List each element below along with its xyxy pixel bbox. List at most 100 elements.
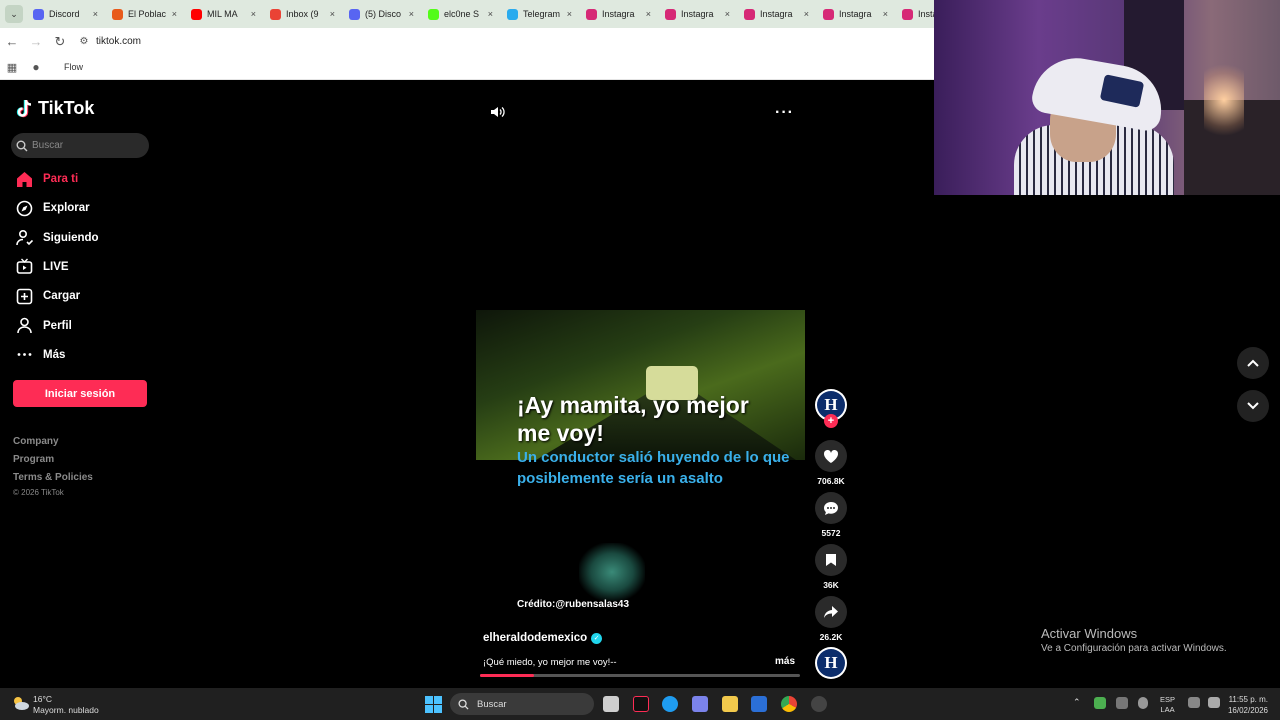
apps-grid-icon[interactable]: ▦	[0, 61, 24, 74]
save-button[interactable]	[815, 544, 847, 576]
tab-close-icon[interactable]: ×	[172, 9, 177, 19]
tab-close-icon[interactable]: ×	[409, 9, 414, 19]
reload-button[interactable]: ↻	[48, 34, 72, 50]
more-caption-link[interactable]: más	[775, 656, 795, 667]
tab-label: Discord	[49, 9, 80, 19]
browser-tab[interactable]: elc0ne S ×	[422, 0, 501, 28]
taskbar-search[interactable]: Buscar	[450, 693, 594, 715]
store-icon[interactable]	[751, 696, 767, 712]
tab-close-icon[interactable]: ×	[725, 9, 730, 19]
overlay-subtitle: Un conductor salió huyendo de lo que pos…	[517, 449, 790, 487]
task-view-icon[interactable]	[603, 696, 619, 712]
more-options-icon[interactable]: ···	[775, 104, 794, 122]
home-icon	[15, 170, 34, 188]
chrome-icon[interactable]	[781, 696, 797, 712]
share-button[interactable]	[815, 596, 847, 628]
tab-favicon-icon	[349, 8, 360, 20]
search-input[interactable]: Buscar	[11, 133, 149, 158]
follow-plus-icon[interactable]: +	[824, 414, 838, 428]
footer-terms[interactable]: Terms & Policies	[13, 472, 93, 483]
browser-tab[interactable]: Telegram ×	[501, 0, 580, 28]
nav-item-más[interactable]: Más	[15, 346, 65, 364]
nav-item-cargar[interactable]: Cargar	[15, 287, 80, 305]
tab-favicon-icon	[191, 8, 202, 20]
browser-tab[interactable]: (5) Disco ×	[343, 0, 422, 28]
nav-label: Perfil	[43, 319, 72, 332]
tab-strip: Discord × El Poblac × MIL MA × Inbox (9 × (5) Di…	[27, 0, 934, 28]
browser-tab[interactable]: Instagra ×	[817, 0, 896, 28]
nav-item-para-ti[interactable]: Para ti	[15, 170, 78, 188]
back-button[interactable]: ←	[0, 34, 24, 49]
microphone-icon[interactable]	[1138, 697, 1148, 709]
globe-icon[interactable]: ●	[24, 60, 48, 74]
tab-close-icon[interactable]: ×	[567, 9, 572, 19]
windows-start-icon[interactable]	[425, 696, 442, 713]
tab-list-button[interactable]: ⌄	[5, 5, 23, 23]
tab-close-icon[interactable]: ×	[93, 9, 98, 19]
tiktok-logo[interactable]: TikTok	[16, 98, 94, 119]
video-progress-bar[interactable]	[480, 674, 800, 677]
browser-tab[interactable]: Instagra ×	[580, 0, 659, 28]
browser-tab[interactable]: Discord ×	[27, 0, 106, 28]
nav-label: Cargar	[43, 290, 81, 303]
site-info-icon[interactable]: ⚙	[72, 36, 96, 47]
browser-tab[interactable]: Inbox (9 ×	[264, 0, 343, 28]
next-video-button[interactable]	[1237, 390, 1269, 422]
tray-app-icon[interactable]	[1094, 697, 1106, 709]
footer-company[interactable]: Company	[13, 436, 59, 447]
nav-item-siguiendo[interactable]: Siguiendo	[15, 229, 99, 247]
heart-icon	[823, 449, 839, 463]
footer-program[interactable]: Program	[13, 454, 54, 465]
video-author[interactable]: elheraldodemexico ✓	[483, 632, 603, 644]
clock[interactable]: 11:55 p. m. 16/02/2026	[1224, 694, 1268, 716]
teams-icon[interactable]	[692, 696, 708, 712]
video-player[interactable]: ¡Ay mamita, yo mejor me voy! Un conducto…	[476, 310, 805, 680]
browser-tab[interactable]: Insta×	[896, 0, 934, 28]
language-indicator[interactable]: ESP LAA	[1160, 695, 1175, 715]
weather-widget[interactable]: 16°C Mayorm. nublado	[33, 694, 99, 716]
nav-item-perfil[interactable]: Perfil	[15, 317, 72, 335]
tray-chevron-icon[interactable]: ⌃	[1073, 697, 1081, 708]
tab-close-icon[interactable]: ×	[488, 9, 493, 19]
browser-tab[interactable]: MIL MA ×	[185, 0, 264, 28]
file-explorer-icon[interactable]	[722, 696, 738, 712]
tab-close-icon[interactable]: ×	[883, 9, 888, 19]
weather-icon[interactable]	[10, 694, 30, 712]
tab-label: Instagra	[681, 9, 714, 19]
obs-icon[interactable]	[811, 696, 827, 712]
music-disc-avatar[interactable]: H	[815, 647, 847, 679]
volume-button[interactable]	[489, 104, 505, 125]
like-button[interactable]	[815, 440, 847, 472]
display-icon[interactable]	[1188, 697, 1200, 708]
comment-button[interactable]	[815, 492, 847, 524]
comment-count: 5572	[821, 528, 841, 538]
bookmark-flow[interactable]: Flow	[64, 62, 83, 72]
volume-tray-icon[interactable]	[1208, 697, 1220, 708]
nav-item-explorar[interactable]: Explorar	[15, 199, 90, 217]
url-field[interactable]: tiktok.com	[96, 36, 141, 47]
browser-tab[interactable]: Instagra ×	[738, 0, 817, 28]
volume-icon	[491, 107, 505, 117]
save-count: 36K	[823, 580, 839, 590]
tab-close-icon[interactable]: ×	[804, 9, 809, 19]
browser-tab[interactable]: El Poblac ×	[106, 0, 185, 28]
forward-button[interactable]: →	[24, 34, 48, 49]
tiktok-app-icon[interactable]	[633, 696, 649, 712]
windows-taskbar: 16°C Mayorm. nublado Buscar ⌃ ESP LAA 11…	[0, 688, 1280, 720]
webcam-overlay	[934, 0, 1280, 195]
tab-favicon-icon	[823, 8, 834, 20]
edge-icon[interactable]	[662, 696, 678, 712]
login-button[interactable]: Iniciar sesión	[13, 380, 147, 407]
nav-label: Siguiendo	[43, 231, 99, 244]
tab-favicon-icon	[33, 8, 44, 20]
search-icon	[16, 140, 28, 151]
tab-close-icon[interactable]: ×	[330, 9, 335, 19]
tab-label: Instagra	[602, 9, 635, 19]
browser-tab[interactable]: Instagra ×	[659, 0, 738, 28]
profile-icon	[15, 317, 34, 335]
tab-close-icon[interactable]: ×	[646, 9, 651, 19]
tab-close-icon[interactable]: ×	[251, 9, 256, 19]
tray-network-icon[interactable]	[1116, 697, 1128, 709]
previous-video-button[interactable]	[1237, 347, 1269, 379]
nav-item-live[interactable]: LIVE	[15, 258, 69, 276]
